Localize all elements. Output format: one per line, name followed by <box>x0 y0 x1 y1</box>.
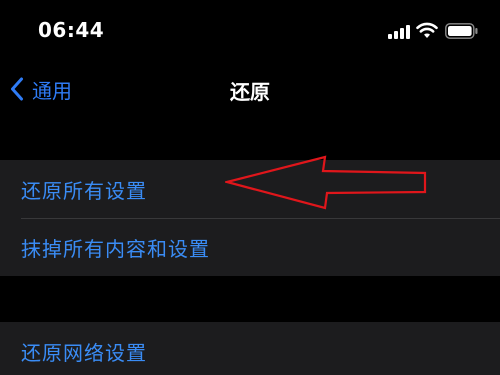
network-options-group: 还原网络设置 <box>0 322 500 375</box>
battery-icon <box>445 23 478 39</box>
settings-screen: 06:44 通用 还原 还原所有设置 抹掉所有内容和设置 还原网络设置 <box>0 0 500 375</box>
status-time: 06:44 <box>38 18 105 42</box>
reset-all-settings-label: 还原所有设置 <box>21 178 147 203</box>
cellular-signal-icon <box>388 25 410 39</box>
erase-all-content-item[interactable]: 抹掉所有内容和设置 <box>0 218 500 276</box>
status-bar: 06:44 <box>0 0 500 62</box>
erase-all-content-label: 抹掉所有内容和设置 <box>21 236 210 261</box>
navigation-bar: 通用 还原 <box>0 62 500 118</box>
red-arrow-icon <box>225 155 427 210</box>
reset-network-settings-item[interactable]: 还原网络设置 <box>0 322 500 375</box>
wifi-icon <box>416 22 438 38</box>
page-title: 还原 <box>230 80 270 104</box>
reset-network-settings-label: 还原网络设置 <box>21 341 147 365</box>
